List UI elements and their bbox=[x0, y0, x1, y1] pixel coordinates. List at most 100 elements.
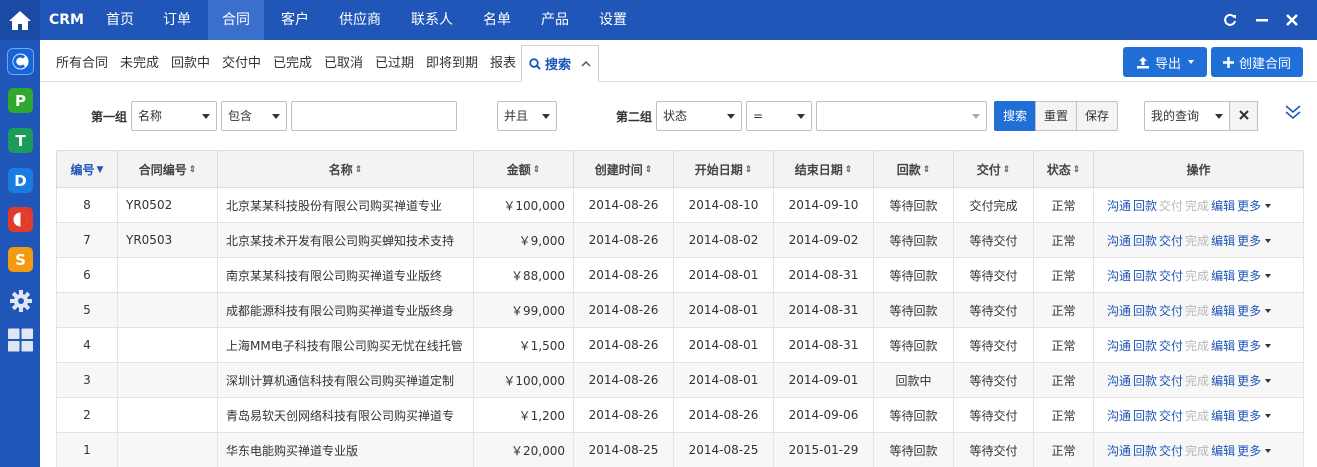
group1-field-select[interactable]: 名称 bbox=[131, 101, 217, 131]
col-header-start[interactable]: 开始日期 ⇕ bbox=[673, 150, 774, 188]
app-s-icon[interactable]: S bbox=[8, 247, 33, 272]
col-header-delivery[interactable]: 交付 ⇕ bbox=[953, 150, 1034, 188]
create-contract-button[interactable]: 创建合同 bbox=[1211, 47, 1303, 77]
export-button[interactable]: 导出 bbox=[1123, 47, 1207, 77]
action-more-link[interactable]: 更多 bbox=[1237, 269, 1261, 283]
action-more-link[interactable]: 更多 bbox=[1237, 374, 1261, 388]
app-d-icon[interactable]: D bbox=[8, 168, 33, 193]
andor-select[interactable]: 并且 bbox=[497, 101, 557, 131]
action-communicate-link[interactable]: 沟通 bbox=[1107, 374, 1131, 388]
cell-name[interactable]: 华东电能购买禅道专业版 bbox=[217, 432, 474, 467]
group1-value-input[interactable] bbox=[291, 101, 457, 131]
action-deliver-link[interactable]: 交付 bbox=[1159, 269, 1183, 283]
app-o-icon[interactable] bbox=[8, 207, 33, 232]
group2-operator-select[interactable]: = bbox=[746, 101, 812, 131]
action-more-link[interactable]: 更多 bbox=[1237, 444, 1261, 458]
minimize-icon[interactable] bbox=[1252, 10, 1272, 30]
action-payment-link[interactable]: 回款 bbox=[1133, 269, 1157, 283]
nav-item-contacts[interactable]: 联系人 bbox=[402, 0, 462, 40]
filter-delivering[interactable]: 交付中 bbox=[222, 52, 261, 71]
action-more-link[interactable]: 更多 bbox=[1237, 234, 1261, 248]
action-more-link[interactable]: 更多 bbox=[1237, 304, 1261, 318]
action-deliver-link[interactable]: 交付 bbox=[1159, 374, 1183, 388]
app-crm-icon[interactable] bbox=[8, 49, 33, 74]
action-communicate-link[interactable]: 沟通 bbox=[1107, 269, 1131, 283]
action-more-link[interactable]: 更多 bbox=[1237, 199, 1261, 213]
filter-expiring[interactable]: 即将到期 bbox=[426, 52, 478, 71]
search-button[interactable]: 搜索 bbox=[994, 101, 1036, 131]
filter-canceled[interactable]: 已取消 bbox=[324, 52, 363, 71]
action-payment-link[interactable]: 回款 bbox=[1133, 339, 1157, 353]
col-header-status[interactable]: 状态 ⇕ bbox=[1033, 150, 1094, 188]
action-communicate-link[interactable]: 沟通 bbox=[1107, 339, 1131, 353]
cell-name[interactable]: 北京某技术开发有限公司购买蝉知技术支持 bbox=[217, 222, 474, 258]
reset-button[interactable]: 重置 bbox=[1035, 101, 1077, 131]
action-payment-link[interactable]: 回款 bbox=[1133, 199, 1157, 213]
nav-item-settings[interactable]: 设置 bbox=[588, 0, 638, 40]
action-more-link[interactable]: 更多 bbox=[1237, 339, 1261, 353]
nav-item-contracts[interactable]: 合同 bbox=[208, 0, 264, 40]
col-header-amount[interactable]: 金额 ⇕ bbox=[473, 150, 574, 188]
action-edit-link[interactable]: 编辑 bbox=[1211, 374, 1235, 388]
action-payment-link[interactable]: 回款 bbox=[1133, 234, 1157, 248]
nav-item-customers[interactable]: 客户 bbox=[270, 0, 320, 40]
gear-icon[interactable] bbox=[8, 288, 33, 313]
group1-operator-select[interactable]: 包含 bbox=[221, 101, 287, 131]
action-edit-link[interactable]: 编辑 bbox=[1211, 409, 1235, 423]
cell-name[interactable]: 成都能源科技有限公司购买禅道专业版终身 bbox=[217, 292, 474, 328]
filter-finished[interactable]: 已完成 bbox=[273, 52, 312, 71]
col-header-payment[interactable]: 回款 ⇕ bbox=[873, 150, 954, 188]
action-edit-link[interactable]: 编辑 bbox=[1211, 269, 1235, 283]
nav-item-home[interactable]: 首页 bbox=[95, 0, 145, 40]
col-header-created[interactable]: 创建时间 ⇕ bbox=[573, 150, 674, 188]
col-header-name[interactable]: 名称 ⇕ bbox=[217, 150, 474, 188]
filter-report[interactable]: 报表 bbox=[490, 52, 516, 71]
action-communicate-link[interactable]: 沟通 bbox=[1107, 304, 1131, 318]
action-deliver-link[interactable]: 交付 bbox=[1159, 304, 1183, 318]
action-communicate-link[interactable]: 沟通 bbox=[1107, 199, 1131, 213]
action-payment-link[interactable]: 回款 bbox=[1133, 444, 1157, 458]
action-edit-link[interactable]: 编辑 bbox=[1211, 339, 1235, 353]
refresh-icon[interactable] bbox=[1220, 10, 1240, 30]
search-tab[interactable]: 搜索 bbox=[521, 45, 599, 82]
cell-name[interactable]: 北京某某科技股份有限公司购买禅道专业 bbox=[217, 187, 474, 223]
nav-item-suppliers[interactable]: 供应商 bbox=[330, 0, 390, 40]
group2-value-select[interactable] bbox=[816, 101, 987, 131]
close-icon[interactable] bbox=[1282, 10, 1302, 30]
action-deliver-link[interactable]: 交付 bbox=[1159, 234, 1183, 248]
cell-name[interactable]: 南京某某科技有限公司购买禅道专业版终 bbox=[217, 257, 474, 293]
brand-logo[interactable]: CRM bbox=[49, 0, 84, 40]
save-query-button[interactable]: 保存 bbox=[1076, 101, 1118, 131]
my-query-select[interactable]: 我的查询 bbox=[1144, 101, 1230, 131]
action-edit-link[interactable]: 编辑 bbox=[1211, 444, 1235, 458]
nav-item-orders[interactable]: 订单 bbox=[152, 0, 202, 40]
col-header-id[interactable]: 编号 ▼ bbox=[56, 150, 118, 188]
action-payment-link[interactable]: 回款 bbox=[1133, 409, 1157, 423]
action-more-link[interactable]: 更多 bbox=[1237, 409, 1261, 423]
action-communicate-link[interactable]: 沟通 bbox=[1107, 409, 1131, 423]
col-header-end[interactable]: 结束日期 ⇕ bbox=[773, 150, 874, 188]
col-header-code[interactable]: 合同编号 ⇕ bbox=[117, 150, 218, 188]
filter-all[interactable]: 所有合同 bbox=[56, 52, 108, 71]
action-deliver-link[interactable]: 交付 bbox=[1159, 339, 1183, 353]
filter-unfinished[interactable]: 未完成 bbox=[120, 52, 159, 71]
home-icon[interactable] bbox=[0, 0, 40, 40]
action-deliver-link[interactable]: 交付 bbox=[1159, 409, 1183, 423]
nav-item-leads[interactable]: 名单 bbox=[472, 0, 522, 40]
action-edit-link[interactable]: 编辑 bbox=[1211, 234, 1235, 248]
clear-query-button[interactable] bbox=[1229, 101, 1258, 131]
cell-name[interactable]: 深圳计算机通信科技有限公司购买禅道定制 bbox=[217, 362, 474, 398]
action-communicate-link[interactable]: 沟通 bbox=[1107, 234, 1131, 248]
nav-item-products[interactable]: 产品 bbox=[530, 0, 580, 40]
grid-icon[interactable] bbox=[8, 327, 33, 352]
filter-returning[interactable]: 回款中 bbox=[171, 52, 210, 71]
action-communicate-link[interactable]: 沟通 bbox=[1107, 444, 1131, 458]
app-t-icon[interactable]: T bbox=[8, 128, 33, 153]
cell-name[interactable]: 上海MM电子科技有限公司购买无忧在线托管 bbox=[217, 327, 474, 363]
action-payment-link[interactable]: 回款 bbox=[1133, 374, 1157, 388]
group2-field-select[interactable]: 状态 bbox=[656, 101, 742, 131]
action-edit-link[interactable]: 编辑 bbox=[1211, 199, 1235, 213]
action-payment-link[interactable]: 回款 bbox=[1133, 304, 1157, 318]
action-deliver-link[interactable]: 交付 bbox=[1159, 444, 1183, 458]
filter-expired[interactable]: 已过期 bbox=[375, 52, 414, 71]
